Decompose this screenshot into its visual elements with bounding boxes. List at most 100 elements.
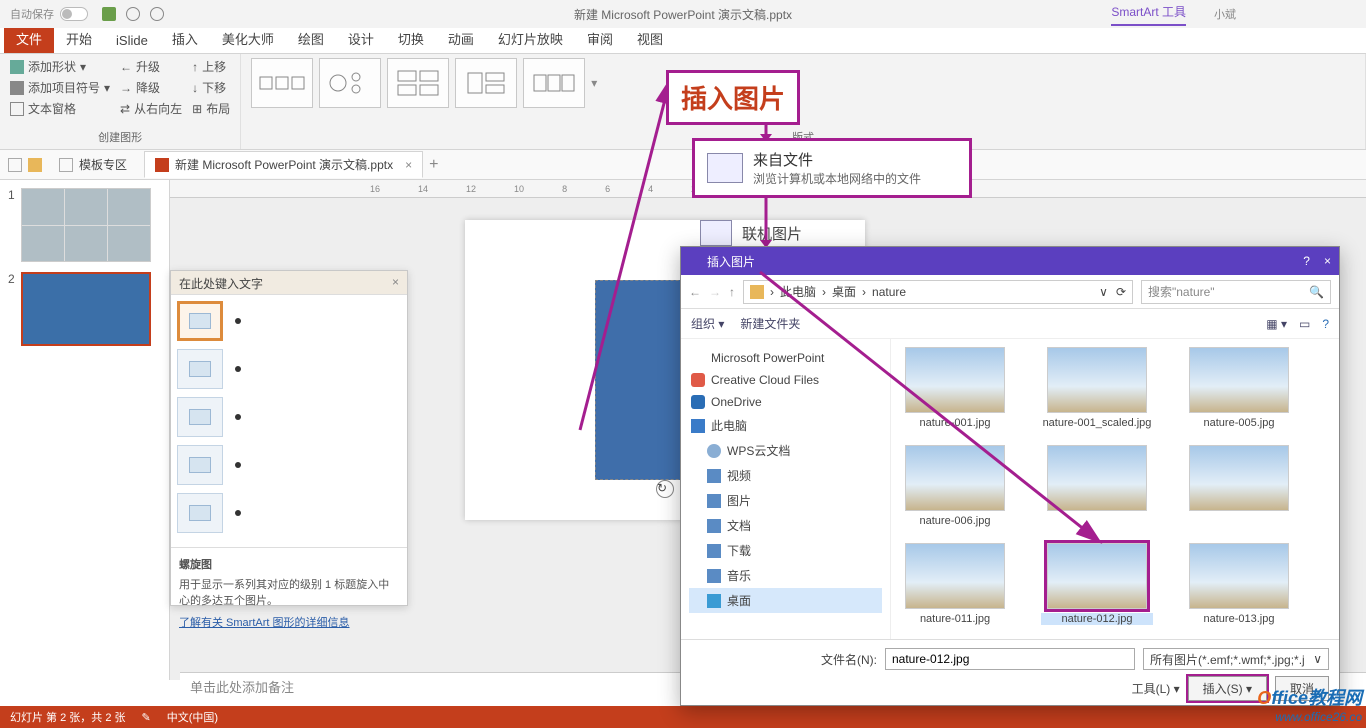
- context-tab-label[interactable]: SmartArt 工具: [1111, 3, 1186, 26]
- redo-icon[interactable]: [150, 7, 164, 21]
- item-thumb: [177, 493, 223, 533]
- add-shape-button[interactable]: 添加形状 ▾: [10, 58, 110, 75]
- textpane-item[interactable]: [177, 301, 401, 341]
- pc-icon: [691, 419, 705, 433]
- filename-label: 文件名(N):: [821, 651, 877, 668]
- bullet-icon: [235, 414, 241, 420]
- textpane-item[interactable]: [177, 349, 401, 389]
- music-icon: [707, 569, 721, 583]
- bullet-icon: [10, 81, 24, 95]
- close-icon[interactable]: ×: [392, 275, 399, 290]
- tab-transitions[interactable]: 切换: [386, 24, 436, 53]
- close-tab-icon[interactable]: ×: [405, 158, 412, 172]
- file-filter-combo[interactable]: 所有图片(*.emf;*.wmf;*.jpg;*.j∨: [1143, 648, 1329, 670]
- bullet-icon: [235, 318, 241, 324]
- tab-slideshow[interactable]: 幻灯片放映: [486, 24, 575, 53]
- save-icon[interactable]: [102, 7, 116, 21]
- move-up-button[interactable]: ↑ 上移: [192, 58, 230, 75]
- text-pane-button[interactable]: 文本窗格: [10, 100, 110, 117]
- tab-view[interactable]: 视图: [625, 24, 675, 53]
- spellcheck-icon[interactable]: ✎: [142, 711, 151, 724]
- dialog-bottom: 文件名(N): 所有图片(*.emf;*.wmf;*.jpg;*.j∨ 工具(L…: [681, 639, 1339, 709]
- layout-option[interactable]: [319, 58, 381, 108]
- learn-more-link[interactable]: 了解有关 SmartArt 图形的详细信息: [179, 614, 399, 630]
- annotation-arrow: [746, 196, 786, 250]
- close-icon[interactable]: ×: [1324, 254, 1331, 268]
- document-tab[interactable]: 新建 Microsoft PowerPoint 演示文稿.pptx×: [144, 151, 423, 178]
- tab-draw[interactable]: 绘图: [286, 24, 336, 53]
- back-icon[interactable]: ←: [689, 285, 701, 299]
- callout-from-file[interactable]: 来自文件 浏览计算机或本地网络中的文件: [692, 138, 972, 198]
- item-thumb: [177, 349, 223, 389]
- powerpoint-icon: [689, 254, 701, 266]
- promote-button[interactable]: ← 升级: [120, 58, 182, 75]
- file-item[interactable]: nature-005.jpg: [1183, 347, 1295, 429]
- organize-button[interactable]: 组织 ▾: [691, 315, 724, 332]
- view-icon[interactable]: ▦ ▾: [1266, 317, 1287, 331]
- tab-review[interactable]: 审阅: [575, 24, 625, 53]
- help-icon[interactable]: ?: [1322, 317, 1329, 331]
- language-indicator[interactable]: 中文(中国): [167, 709, 218, 725]
- group-label: 创建图形: [10, 129, 230, 145]
- bullet-icon: [235, 366, 241, 372]
- powerpoint-icon: [155, 158, 169, 172]
- callout-insert-picture: 插入图片: [666, 70, 800, 125]
- filename-input[interactable]: [885, 648, 1135, 670]
- status-bar: 幻灯片 第 2 张，共 2 张 ✎ 中文(中国): [0, 706, 1366, 728]
- desktop-icon: [707, 594, 721, 608]
- tab-islide[interactable]: iSlide: [104, 28, 160, 53]
- layout-option[interactable]: [251, 58, 313, 108]
- watermark: OOffice教程网ffice教程网 www.office26.co: [1257, 684, 1362, 724]
- onedrive-icon: [691, 395, 705, 409]
- video-icon: [707, 469, 721, 483]
- item-thumb: [177, 397, 223, 437]
- tab-animations[interactable]: 动画: [436, 24, 486, 53]
- textpane-item[interactable]: [177, 445, 401, 485]
- tab-home[interactable]: 开始: [54, 24, 104, 53]
- undo-icon[interactable]: [126, 7, 140, 21]
- up-icon[interactable]: ↑: [729, 285, 735, 299]
- tab-file[interactable]: 文件: [4, 24, 54, 53]
- rtl-button[interactable]: ⇄ 从右向左: [120, 100, 182, 117]
- chevron-down-icon: ∨: [1313, 652, 1322, 666]
- plus-icon: [10, 60, 24, 74]
- ribbon-group-create: 添加形状 ▾ 添加项目符号 ▾ 文本窗格 ← 升级 → 降级 ⇄ 从右向左 ↑ …: [0, 54, 241, 149]
- file-item[interactable]: [1183, 445, 1295, 527]
- insert-button[interactable]: 插入(S) ▾: [1188, 676, 1267, 701]
- template-tab[interactable]: 模板专区: [48, 151, 138, 178]
- document-tabs: 模板专区 新建 Microsoft PowerPoint 演示文稿.pptx× …: [0, 150, 1366, 180]
- slide-count: 幻灯片 第 2 张，共 2 张: [10, 709, 126, 725]
- file-item[interactable]: nature-013.jpg: [1183, 543, 1295, 625]
- add-bullet-button[interactable]: 添加项目符号 ▾: [10, 79, 110, 96]
- slide-thumb-2[interactable]: 2: [8, 272, 161, 346]
- quick-access-toolbar: [102, 7, 164, 21]
- preview-icon[interactable]: ▭: [1299, 317, 1310, 331]
- tree-item-desktop[interactable]: 桌面: [689, 588, 882, 613]
- tab-insert[interactable]: 插入: [160, 24, 210, 53]
- thumb-preview: [21, 188, 151, 262]
- documents-icon: [707, 519, 721, 533]
- ribbon-tabs: 文件 开始 iSlide 插入 美化大师 绘图 设计 切换 动画 幻灯片放映 审…: [0, 28, 1366, 54]
- move-down-button[interactable]: ↓ 下移: [192, 79, 230, 96]
- layout-button[interactable]: ⊞ 布局: [192, 100, 230, 117]
- forward-icon[interactable]: →: [709, 285, 721, 299]
- help-icon[interactable]: ?: [1303, 254, 1310, 268]
- user-name[interactable]: 小斌: [1214, 6, 1236, 22]
- textpane-item[interactable]: [177, 493, 401, 533]
- search-input[interactable]: 搜索"nature"🔍: [1141, 280, 1331, 304]
- textpane-item[interactable]: [177, 397, 401, 437]
- demote-button[interactable]: → 降级: [120, 79, 182, 96]
- cloud-icon: [707, 444, 721, 458]
- item-thumb: [177, 445, 223, 485]
- tab-design[interactable]: 设计: [336, 24, 386, 53]
- new-file-icon[interactable]: [8, 158, 22, 172]
- autosave-toggle[interactable]: 自动保存: [10, 6, 88, 22]
- tools-button[interactable]: 工具(L) ▾: [1132, 680, 1180, 697]
- tab-beautify[interactable]: 美化大师: [210, 24, 286, 53]
- rotate-handle-icon[interactable]: ↻: [656, 480, 674, 498]
- slide-thumb-1[interactable]: 1: [8, 188, 161, 262]
- tree-item[interactable]: 音乐: [689, 563, 882, 588]
- smartart-text-pane: 在此处键入文字 × 螺旋图 用于显示一系列其对应的级别 1 标题旋入中心的多达五…: [170, 270, 408, 606]
- open-folder-icon[interactable]: [28, 158, 42, 172]
- home-icon: [59, 158, 73, 172]
